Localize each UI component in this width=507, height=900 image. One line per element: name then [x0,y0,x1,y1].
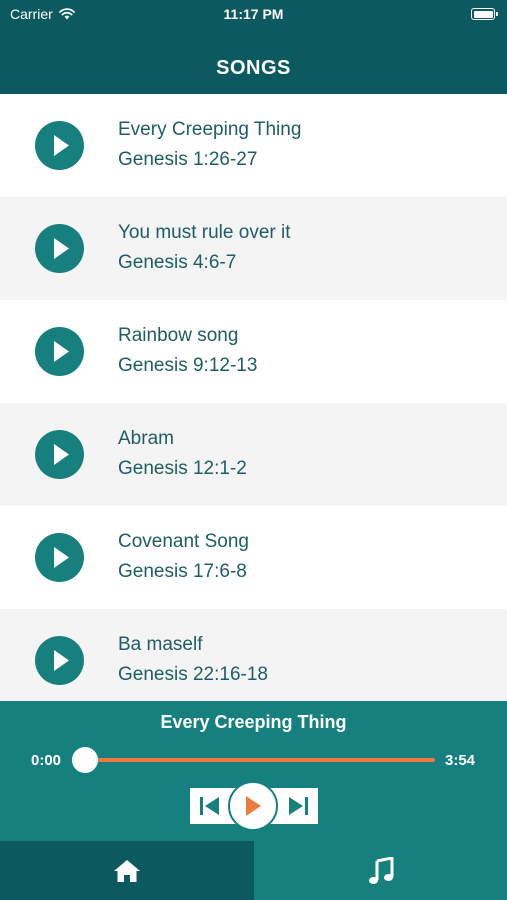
now-playing-title: Every Creeping Thing [160,712,347,732]
next-button[interactable] [278,788,318,824]
play-button[interactable] [35,636,84,685]
skip-next-icon [289,797,308,815]
play-button[interactable] [35,224,84,273]
song-row[interactable]: Abram Genesis 12:1-2 [0,403,507,506]
play-icon [54,135,69,156]
status-time: 11:17 PM [223,6,284,22]
play-icon [54,547,69,568]
elapsed-time: 0:00 [31,752,62,769]
song-row[interactable]: Covenant Song Genesis 17:6-8 [0,506,507,609]
play-button[interactable] [35,430,84,479]
battery-icon [471,8,498,20]
song-title: Every Creeping Thing [118,119,302,140]
play-icon [246,796,261,816]
song-title: Ba maself [118,634,203,655]
play-icon [54,444,69,465]
play-button[interactable] [35,533,84,582]
song-reference: Genesis 1:26-27 [118,149,258,170]
play-pause-button[interactable] [228,781,278,831]
song-row[interactable]: Rainbow song Genesis 9:12-13 [0,300,507,403]
tab-songs[interactable] [254,841,507,900]
song-reference: Genesis 9:12-13 [118,355,258,376]
play-icon [54,650,69,671]
song-title: Covenant Song [118,531,249,552]
song-title: Rainbow song [118,325,239,346]
song-reference: Genesis 22:16-18 [118,664,268,685]
song-row[interactable]: Ba maself Genesis 22:16-18 [0,609,507,701]
music-note-icon [368,856,393,884]
song-reference: Genesis 12:1-2 [118,458,247,479]
tab-home[interactable] [0,841,254,900]
song-reference: Genesis 4:6-7 [118,252,237,273]
song-list[interactable]: Every Creeping Thing Genesis 1:26-27 You… [0,94,507,701]
audio-player: Every Creeping Thing 0:00 3:54 [0,701,507,841]
progress-track[interactable] [85,758,435,762]
song-title: Abram [118,428,174,449]
song-reference: Genesis 17:6-8 [118,561,247,582]
page-title: SONGS [216,57,291,79]
tab-bar [0,841,507,900]
play-button[interactable] [35,121,84,170]
song-row[interactable]: Every Creeping Thing Genesis 1:26-27 [0,94,507,197]
play-icon [54,238,69,259]
previous-button[interactable] [190,788,230,824]
skip-previous-icon [200,797,219,815]
playback-controls [190,781,318,831]
nav-bar: SONGS [0,28,507,94]
song-title: You must rule over it [118,222,291,243]
play-icon [54,341,69,362]
home-icon [114,859,140,882]
duration-time: 3:54 [445,752,476,769]
play-button[interactable] [35,327,84,376]
song-row[interactable]: You must rule over it Genesis 4:6-7 [0,197,507,300]
progress-thumb[interactable] [72,747,98,773]
status-bar: Carrier 11:17 PM [0,0,507,28]
